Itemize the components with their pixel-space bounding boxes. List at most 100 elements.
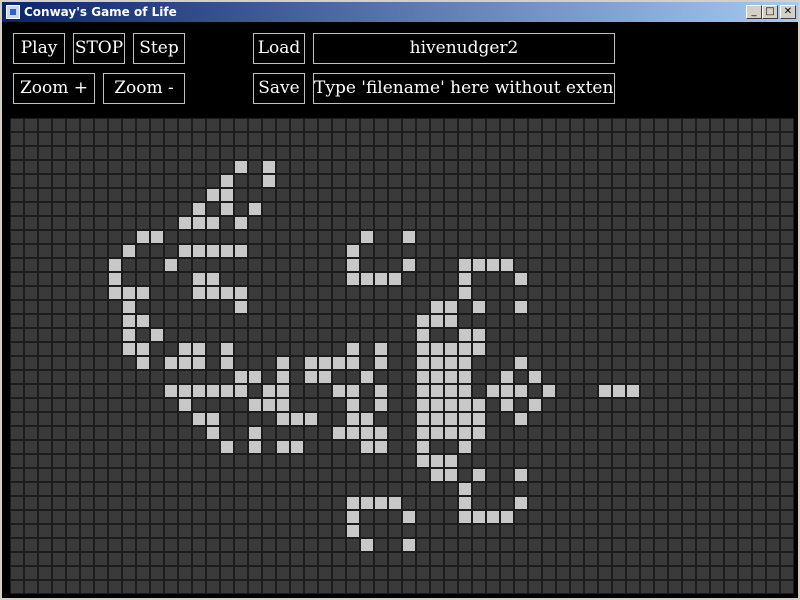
dead-cell[interactable] — [277, 259, 289, 271]
dead-cell[interactable] — [753, 343, 765, 355]
dead-cell[interactable] — [417, 189, 429, 201]
stop-button[interactable]: STOP — [73, 33, 125, 64]
dead-cell[interactable] — [263, 301, 275, 313]
dead-cell[interactable] — [67, 441, 79, 453]
dead-cell[interactable] — [53, 581, 65, 593]
dead-cell[interactable] — [123, 427, 135, 439]
dead-cell[interactable] — [25, 245, 37, 257]
live-cell[interactable] — [473, 329, 485, 341]
live-cell[interactable] — [235, 371, 247, 383]
dead-cell[interactable] — [333, 273, 345, 285]
dead-cell[interactable] — [277, 203, 289, 215]
dead-cell[interactable] — [557, 469, 569, 481]
dead-cell[interactable] — [361, 119, 373, 131]
dead-cell[interactable] — [641, 245, 653, 257]
dead-cell[interactable] — [529, 231, 541, 243]
dead-cell[interactable] — [627, 427, 639, 439]
dead-cell[interactable] — [263, 539, 275, 551]
dead-cell[interactable] — [557, 189, 569, 201]
live-cell[interactable] — [193, 343, 205, 355]
dead-cell[interactable] — [459, 469, 471, 481]
dead-cell[interactable] — [697, 315, 709, 327]
dead-cell[interactable] — [613, 273, 625, 285]
dead-cell[interactable] — [235, 343, 247, 355]
dead-cell[interactable] — [627, 343, 639, 355]
dead-cell[interactable] — [655, 259, 667, 271]
dead-cell[interactable] — [137, 273, 149, 285]
dead-cell[interactable] — [627, 511, 639, 523]
dead-cell[interactable] — [305, 161, 317, 173]
dead-cell[interactable] — [753, 399, 765, 411]
dead-cell[interactable] — [543, 175, 555, 187]
live-cell[interactable] — [179, 245, 191, 257]
dead-cell[interactable] — [627, 301, 639, 313]
dead-cell[interactable] — [501, 133, 513, 145]
dead-cell[interactable] — [165, 231, 177, 243]
dead-cell[interactable] — [207, 301, 219, 313]
dead-cell[interactable] — [151, 217, 163, 229]
dead-cell[interactable] — [361, 189, 373, 201]
dead-cell[interactable] — [473, 161, 485, 173]
dead-cell[interactable] — [123, 455, 135, 467]
dead-cell[interactable] — [585, 581, 597, 593]
dead-cell[interactable] — [725, 427, 737, 439]
dead-cell[interactable] — [459, 455, 471, 467]
dead-cell[interactable] — [221, 525, 233, 537]
dead-cell[interactable] — [683, 441, 695, 453]
dead-cell[interactable] — [11, 315, 23, 327]
dead-cell[interactable] — [487, 413, 499, 425]
dead-cell[interactable] — [753, 231, 765, 243]
dead-cell[interactable] — [753, 553, 765, 565]
dead-cell[interactable] — [165, 287, 177, 299]
dead-cell[interactable] — [781, 329, 793, 341]
dead-cell[interactable] — [39, 259, 51, 271]
live-cell[interactable] — [165, 357, 177, 369]
live-cell[interactable] — [305, 371, 317, 383]
dead-cell[interactable] — [333, 217, 345, 229]
live-cell[interactable] — [431, 343, 443, 355]
dead-cell[interactable] — [711, 497, 723, 509]
dead-cell[interactable] — [53, 357, 65, 369]
live-cell[interactable] — [515, 273, 527, 285]
dead-cell[interactable] — [543, 469, 555, 481]
dead-cell[interactable] — [25, 511, 37, 523]
dead-cell[interactable] — [417, 469, 429, 481]
dead-cell[interactable] — [151, 441, 163, 453]
dead-cell[interactable] — [277, 273, 289, 285]
dead-cell[interactable] — [711, 525, 723, 537]
dead-cell[interactable] — [697, 343, 709, 355]
dead-cell[interactable] — [627, 189, 639, 201]
dead-cell[interactable] — [641, 553, 653, 565]
live-cell[interactable] — [263, 385, 275, 397]
dead-cell[interactable] — [529, 287, 541, 299]
dead-cell[interactable] — [137, 329, 149, 341]
live-cell[interactable] — [445, 301, 457, 313]
dead-cell[interactable] — [725, 175, 737, 187]
dead-cell[interactable] — [445, 259, 457, 271]
dead-cell[interactable] — [655, 203, 667, 215]
dead-cell[interactable] — [109, 427, 121, 439]
dead-cell[interactable] — [235, 399, 247, 411]
dead-cell[interactable] — [389, 343, 401, 355]
dead-cell[interactable] — [81, 203, 93, 215]
dead-cell[interactable] — [459, 161, 471, 173]
dead-cell[interactable] — [683, 245, 695, 257]
dead-cell[interactable] — [767, 343, 779, 355]
dead-cell[interactable] — [767, 539, 779, 551]
live-cell[interactable] — [473, 343, 485, 355]
dead-cell[interactable] — [165, 483, 177, 495]
dead-cell[interactable] — [221, 259, 233, 271]
dead-cell[interactable] — [431, 567, 443, 579]
live-cell[interactable] — [459, 427, 471, 439]
dead-cell[interactable] — [641, 413, 653, 425]
dead-cell[interactable] — [193, 427, 205, 439]
dead-cell[interactable] — [515, 441, 527, 453]
dead-cell[interactable] — [571, 259, 583, 271]
dead-cell[interactable] — [431, 273, 443, 285]
dead-cell[interactable] — [571, 427, 583, 439]
dead-cell[interactable] — [781, 413, 793, 425]
dead-cell[interactable] — [11, 301, 23, 313]
dead-cell[interactable] — [557, 525, 569, 537]
dead-cell[interactable] — [109, 175, 121, 187]
dead-cell[interactable] — [221, 581, 233, 593]
